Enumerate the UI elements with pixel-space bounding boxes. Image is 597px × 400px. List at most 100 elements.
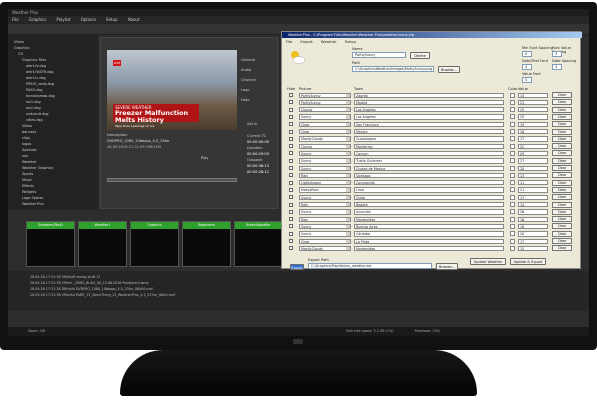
value-field[interactable]: 21 <box>518 187 548 193</box>
value-field[interactable]: 26 <box>518 209 548 215</box>
dialog-menu-weather[interactable]: Weather <box>321 38 337 45</box>
color-swatch[interactable] <box>510 114 515 120</box>
hide-checkbox[interactable] <box>289 158 293 163</box>
clear-button[interactable]: Clear <box>552 201 572 208</box>
picture-select[interactable]: Cloudy <box>299 107 351 113</box>
value-field[interactable]: 22 <box>518 143 548 149</box>
color-swatch[interactable] <box>510 92 515 98</box>
clear-button[interactable]: Clear <box>552 106 572 113</box>
color-swatch[interactable] <box>510 223 515 229</box>
town-field[interactable]: San Francisco <box>354 121 504 128</box>
thumbnail[interactable]: Sunbeam/Test1 <box>26 221 75 267</box>
min-font-field[interactable]: 0 <box>522 51 532 57</box>
hide-checkbox[interactable] <box>289 166 293 170</box>
clear-button[interactable]: Clear <box>552 157 572 164</box>
value-field[interactable]: 16 <box>518 216 548 222</box>
color-swatch[interactable] <box>510 209 515 215</box>
export-browse-button[interactable]: Browse... <box>436 263 458 270</box>
picture-select[interactable]: Sunny <box>299 194 351 201</box>
menu-item-options[interactable]: Options <box>81 16 96 24</box>
set-in-button[interactable]: Set In <box>247 122 257 126</box>
value-field[interactable]: 18 <box>518 223 548 230</box>
town-field[interactable]: Concepción <box>354 180 504 186</box>
clear-button[interactable]: Clear <box>552 165 572 171</box>
thumbnail[interactable]: Graphics <box>130 221 179 267</box>
menu-item-setup[interactable]: Setup <box>106 16 118 24</box>
color-swatch[interactable] <box>510 231 515 237</box>
menu-item-graphics[interactable]: Graphics <box>29 16 47 24</box>
town-field[interactable]: Montevideo <box>354 216 504 222</box>
picture-select[interactable]: MostlyCloudy <box>299 136 351 142</box>
picture-select[interactable]: Rain <box>299 216 351 222</box>
clear-button[interactable]: Clear <box>552 230 572 237</box>
color-swatch[interactable] <box>510 129 515 134</box>
picture-select[interactable]: Sunny <box>299 158 351 164</box>
thumbnail[interactable]: Beginners <box>182 221 231 267</box>
color-swatch[interactable] <box>510 99 515 105</box>
clear-button[interactable]: Clear <box>552 216 572 223</box>
hide-checkbox[interactable] <box>289 209 293 214</box>
picture-select[interactable]: Clear <box>299 121 351 128</box>
color-swatch[interactable] <box>510 245 515 251</box>
color-swatch[interactable] <box>510 107 515 113</box>
color-swatch[interactable] <box>510 202 515 207</box>
color-swatch[interactable] <box>510 158 515 164</box>
hide-checkbox[interactable] <box>289 129 293 134</box>
town-field[interactable]: Buenos Aires <box>354 223 504 230</box>
town-field[interactable]: Guadalajara <box>354 136 504 142</box>
clear-button[interactable]: Clear <box>552 121 572 128</box>
option-audio[interactable]: Audio <box>241 68 251 72</box>
dialog-menu-file[interactable]: File <box>286 38 292 45</box>
hide-checkbox[interactable] <box>289 151 293 156</box>
town-field[interactable]: Madrid <box>354 99 504 106</box>
value-field[interactable]: 15 <box>518 92 548 98</box>
color-swatch[interactable] <box>510 121 515 127</box>
clear-button[interactable]: Clear <box>552 238 572 244</box>
hide-checkbox[interactable] <box>289 187 293 192</box>
town-field[interactable]: Los Angeles <box>354 114 504 120</box>
clear-button[interactable]: Clear <box>552 172 572 179</box>
hide-checkbox[interactable] <box>289 217 293 222</box>
menu-item-playlist[interactable]: Playlist <box>56 16 70 24</box>
color-swatch[interactable] <box>510 180 515 186</box>
hide-checkbox[interactable] <box>289 122 293 127</box>
menu-item-about[interactable]: About <box>128 16 140 24</box>
value-field[interactable]: 19 <box>518 121 548 128</box>
value-field[interactable]: 27 <box>518 158 548 164</box>
picture-select[interactable]: Sunny <box>299 114 351 120</box>
town-field[interactable]: Cancun <box>354 150 504 157</box>
value-field[interactable]: 17 <box>518 136 548 142</box>
picture-select[interactable]: Sunny <box>299 150 351 157</box>
hide-checkbox[interactable] <box>289 173 293 178</box>
hide-checkbox[interactable] <box>289 136 293 141</box>
value-field[interactable]: 13 <box>518 172 548 179</box>
color-swatch[interactable] <box>510 216 515 222</box>
picture-select[interactable]: HeavyRain <box>299 187 351 193</box>
town-field[interactable]: Santiago <box>354 172 504 179</box>
value-field[interactable]: 17 <box>518 238 548 244</box>
town-field[interactable]: Bogotá <box>354 202 504 208</box>
hide-checkbox[interactable] <box>289 231 293 236</box>
clear-button[interactable]: Clear <box>552 99 572 106</box>
hide-checkbox[interactable] <box>289 195 293 200</box>
picture-select[interactable]: Cloudy <box>299 143 351 149</box>
hide-checkbox[interactable] <box>289 107 293 112</box>
log-row[interactable]: 28.09.16 17:31:38 VMirrAA PARR_13_SomeTh… <box>30 293 175 298</box>
picture-select[interactable]: Sunny <box>299 223 351 230</box>
value-field[interactable]: 25 <box>518 107 548 113</box>
value-field[interactable]: 25 <box>518 114 548 120</box>
value-field[interactable]: 14 <box>518 202 548 208</box>
clear-button[interactable]: Clear <box>552 194 572 201</box>
date-font-field[interactable]: 4 <box>522 64 532 70</box>
clear-button[interactable]: Clear <box>552 143 572 150</box>
value-field[interactable]: 20 <box>518 165 548 171</box>
clear-button[interactable]: Clear <box>552 150 572 157</box>
clear-button[interactable]: Clear <box>552 92 572 98</box>
picture-select[interactable]: MostlyCloudy <box>299 245 351 252</box>
clear-button[interactable]: Clear <box>552 179 572 186</box>
color-swatch[interactable] <box>510 150 515 156</box>
log-row[interactable]: 28.09.16 17:31:38 VMirrn _CBMS_BLAH_00_2… <box>30 281 149 286</box>
town-field[interactable]: Tuxtla Gutierrez <box>354 158 504 164</box>
font-value-field[interactable]: 3 <box>552 51 562 57</box>
menu-item-file[interactable]: File <box>12 16 19 24</box>
